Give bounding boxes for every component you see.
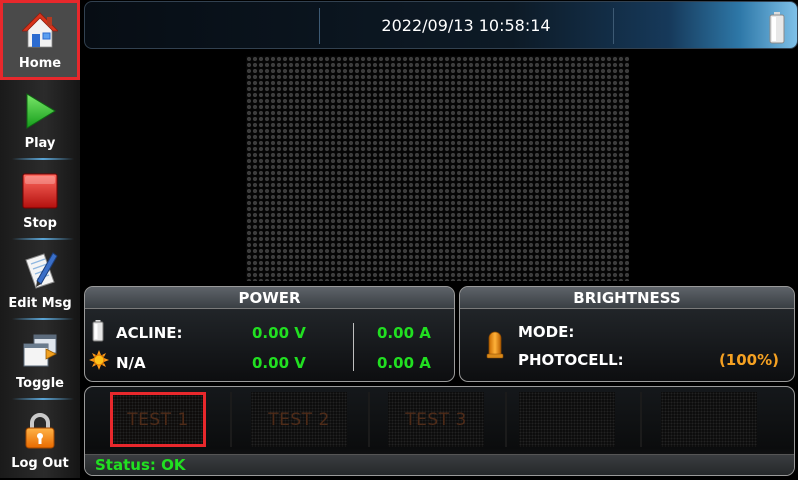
log-out-button[interactable]: Log Out	[0, 400, 80, 480]
sidebar: Home Play Stop Edit Msg Toggle Log Out	[0, 0, 80, 478]
edit-message-button[interactable]: Edit Msg	[0, 240, 80, 320]
lock-icon	[25, 413, 55, 449]
status-text: Status: OK	[95, 456, 186, 474]
acline-label: ACLINE:	[116, 324, 183, 342]
message-slot-5[interactable]	[661, 392, 757, 447]
slot-divider	[230, 392, 232, 447]
battery-icon	[769, 12, 785, 44]
home-button[interactable]: Home	[0, 0, 80, 80]
brightness-title: BRIGHTNESS	[460, 287, 794, 309]
log-out-label: Log Out	[11, 456, 69, 471]
sun-icon	[89, 350, 109, 370]
na-voltage: 0.00 V	[252, 354, 306, 372]
photocell-bulb-icon	[486, 331, 504, 359]
toggle-label: Toggle	[16, 376, 64, 391]
edit-message-label: Edit Msg	[8, 296, 72, 311]
stop-icon	[22, 173, 58, 209]
na-current: 0.00 A	[377, 354, 431, 372]
power-panel: POWER ACLINE: 0.00 V 0.00 A N/A 0.00 V 0…	[84, 286, 455, 382]
datetime-display: 2022/09/13 10:58:14	[381, 16, 551, 35]
led-matrix-preview	[246, 56, 629, 281]
toggle-button[interactable]: Toggle	[0, 320, 80, 400]
stop-button[interactable]: Stop	[0, 160, 80, 240]
header-bar: 2022/09/13 10:58:14	[84, 1, 798, 49]
power-title: POWER	[85, 287, 454, 309]
home-icon	[22, 12, 58, 48]
slot-divider	[368, 392, 370, 447]
play-button[interactable]: Play	[0, 80, 80, 160]
play-label: Play	[24, 136, 56, 151]
slot-divider	[640, 392, 642, 447]
mode-label: MODE:	[518, 323, 575, 341]
power-column-divider	[353, 323, 354, 371]
header-divider	[319, 8, 320, 44]
header-divider	[613, 8, 614, 44]
message-slot-2[interactable]: TEST 2	[251, 392, 347, 447]
play-icon	[26, 93, 56, 129]
home-label: Home	[18, 56, 62, 71]
na-label: N/A	[116, 354, 146, 372]
message-slot-1[interactable]: TEST 1	[110, 392, 206, 447]
photocell-value: (100%)	[718, 351, 779, 369]
photocell-label: PHOTOCELL:	[518, 351, 624, 369]
acline-voltage: 0.00 V	[252, 324, 306, 342]
battery-small-icon	[92, 320, 104, 342]
message-slot-3[interactable]: TEST 3	[388, 392, 484, 447]
acline-current: 0.00 A	[377, 324, 431, 342]
message-slot-4[interactable]	[519, 392, 615, 447]
message-panel: TEST 1 TEST 2 TEST 3 Status: OK	[84, 386, 795, 476]
brightness-panel: BRIGHTNESS MODE: PHOTOCELL: (100%)	[459, 286, 795, 382]
stop-label: Stop	[23, 216, 57, 231]
status-bar: Status: OK	[85, 454, 794, 475]
edit-message-icon	[25, 252, 58, 289]
slot-divider	[505, 392, 507, 447]
toggle-windows-icon	[23, 334, 57, 367]
